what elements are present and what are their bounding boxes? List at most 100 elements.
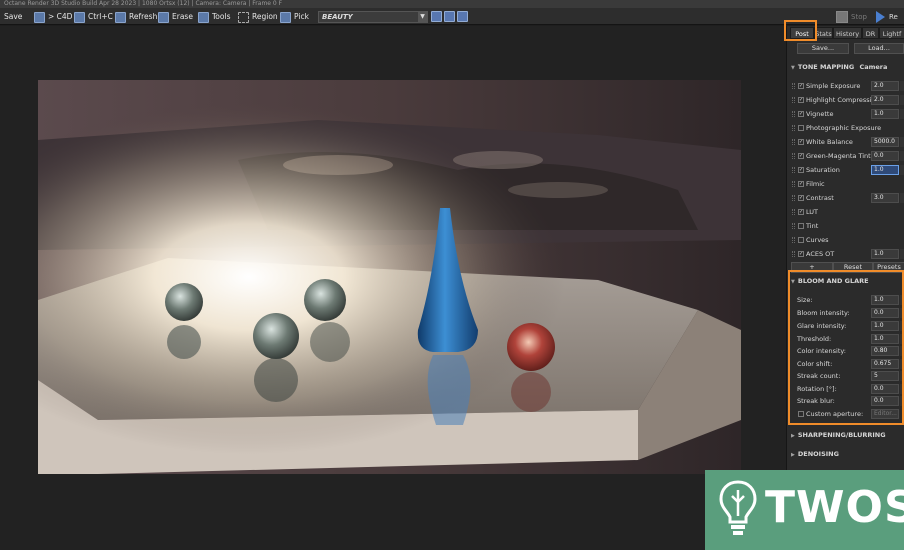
- load-preset-button[interactable]: Load...: [854, 43, 904, 54]
- drag-handle-icon[interactable]: [792, 125, 795, 131]
- tab-history[interactable]: History: [833, 27, 862, 39]
- value-field[interactable]: 0.0: [871, 151, 899, 161]
- twos-logo: TWOS: [705, 470, 904, 550]
- value-field[interactable]: 2.0: [871, 81, 899, 91]
- checkbox[interactable]: [798, 223, 804, 229]
- value-stepper[interactable]: [900, 81, 904, 91]
- checkbox[interactable]: ✓: [798, 97, 804, 103]
- drag-handle-icon[interactable]: [792, 195, 795, 201]
- tone-mapping-subtitle: Camera: [859, 63, 888, 71]
- tools-icon: [198, 11, 209, 23]
- value-stepper[interactable]: [900, 151, 904, 161]
- setting-label: Tint: [806, 222, 819, 230]
- setting-label: ACES OT: [806, 250, 835, 258]
- tab-dr[interactable]: DR: [862, 27, 879, 39]
- bloom-glare-highlight: [788, 270, 904, 425]
- drag-handle-icon[interactable]: [792, 153, 795, 159]
- checkbox[interactable]: ✓: [798, 83, 804, 89]
- value-field[interactable]: 2.0: [871, 95, 899, 105]
- region-icon: [238, 11, 249, 23]
- copy-label: Ctrl+C: [88, 12, 113, 21]
- pick-button[interactable]: Pick: [280, 10, 309, 23]
- checkbox[interactable]: ✓: [798, 153, 804, 159]
- checkbox[interactable]: ✓: [798, 111, 804, 117]
- render-scene: [38, 80, 741, 474]
- setting-row: Tint: [787, 220, 904, 232]
- collapse-icon: ▼: [791, 65, 795, 71]
- chevron-down-icon: ▼: [418, 12, 427, 22]
- region-button[interactable]: Region: [238, 10, 278, 23]
- drag-handle-icon[interactable]: [792, 139, 795, 145]
- render-pass-select[interactable]: BEAUTY ▼: [318, 11, 428, 23]
- save-button[interactable]: Save: [4, 10, 22, 23]
- send-to-c4d-button[interactable]: > C4D: [34, 10, 72, 23]
- refresh-button[interactable]: Refresh: [115, 10, 157, 23]
- value-field[interactable]: 3.0: [871, 193, 899, 203]
- expand-icon: ▶: [791, 452, 795, 458]
- setting-label: White Balance: [806, 138, 853, 146]
- value-field[interactable]: 1.0: [871, 165, 899, 175]
- value-field[interactable]: 1.0: [871, 109, 899, 119]
- checkbox[interactable]: ✓: [798, 251, 804, 257]
- setting-label: LUT: [806, 208, 819, 216]
- setting-row: Curves: [787, 234, 904, 246]
- render-label: Re: [889, 13, 898, 21]
- erase-icon: [158, 11, 169, 23]
- window-title: Octane Render 3D Studio Build Apr 28 202…: [0, 0, 904, 8]
- zoom-in-icon[interactable]: [431, 11, 442, 22]
- value-stepper[interactable]: [900, 193, 904, 203]
- sharpening-header[interactable]: ▶ SHARPENING/BLURRING: [791, 429, 903, 441]
- checkbox[interactable]: [798, 237, 804, 243]
- pick-icon: [280, 11, 291, 23]
- setting-label: Curves: [806, 236, 829, 244]
- tools-button[interactable]: Tools: [198, 10, 230, 23]
- stop-icon[interactable]: [836, 11, 848, 23]
- setting-row: ✓ Filmic: [787, 178, 904, 190]
- drag-handle-icon[interactable]: [792, 167, 795, 173]
- stop-label: Stop: [851, 13, 867, 21]
- setting-row: Photographic Exposure: [787, 122, 904, 134]
- sharpening-title: SHARPENING/BLURRING: [797, 431, 886, 439]
- value-stepper[interactable]: [900, 137, 904, 147]
- denoising-title: DENOISING: [797, 450, 839, 458]
- save-label: Save: [4, 12, 23, 21]
- value-field[interactable]: 5000.0: [871, 137, 899, 147]
- drag-handle-icon[interactable]: [792, 111, 795, 117]
- drag-handle-icon[interactable]: [792, 209, 795, 215]
- setting-label: Vignette: [806, 110, 834, 118]
- value-stepper[interactable]: [900, 109, 904, 119]
- checkbox[interactable]: [798, 125, 804, 131]
- checkbox[interactable]: ✓: [798, 167, 804, 173]
- checkbox[interactable]: ✓: [798, 181, 804, 187]
- play-icon[interactable]: [876, 11, 885, 23]
- checkbox[interactable]: ✓: [798, 209, 804, 215]
- erase-button[interactable]: Erase: [158, 10, 193, 23]
- zoom-out-icon[interactable]: [444, 11, 455, 22]
- value-stepper[interactable]: [900, 95, 904, 105]
- value-field[interactable]: 1.0: [871, 249, 899, 259]
- value-stepper[interactable]: [900, 165, 904, 175]
- tab-lightf[interactable]: Lightf: [879, 27, 904, 39]
- save-preset-button[interactable]: Save...: [797, 43, 849, 54]
- drag-handle-icon[interactable]: [792, 223, 795, 229]
- setting-label: Simple Exposure: [806, 82, 861, 90]
- checkbox[interactable]: ✓: [798, 195, 804, 201]
- setting-row: ✓ White Balance 5000.0: [787, 136, 904, 148]
- value-stepper[interactable]: [900, 249, 904, 259]
- setting-row: ✓ LUT: [787, 206, 904, 218]
- drag-handle-icon[interactable]: [792, 181, 795, 187]
- tools-label: Tools: [212, 12, 231, 21]
- drag-handle-icon[interactable]: [792, 83, 795, 89]
- render-image: [38, 80, 741, 474]
- checkbox[interactable]: ✓: [798, 139, 804, 145]
- tone-mapping-header[interactable]: ▼ TONE MAPPING Camera: [791, 61, 903, 73]
- setting-label: Saturation: [806, 166, 840, 174]
- copy-button[interactable]: Ctrl+C: [74, 10, 113, 23]
- drag-handle-icon[interactable]: [792, 251, 795, 257]
- render-pass-value: BEAUTY: [322, 13, 353, 21]
- setting-label: Contrast: [806, 194, 834, 202]
- drag-handle-icon[interactable]: [792, 97, 795, 103]
- drag-handle-icon[interactable]: [792, 237, 795, 243]
- denoising-header[interactable]: ▶ DENOISING: [791, 448, 903, 460]
- zoom-fit-icon[interactable]: [457, 11, 468, 22]
